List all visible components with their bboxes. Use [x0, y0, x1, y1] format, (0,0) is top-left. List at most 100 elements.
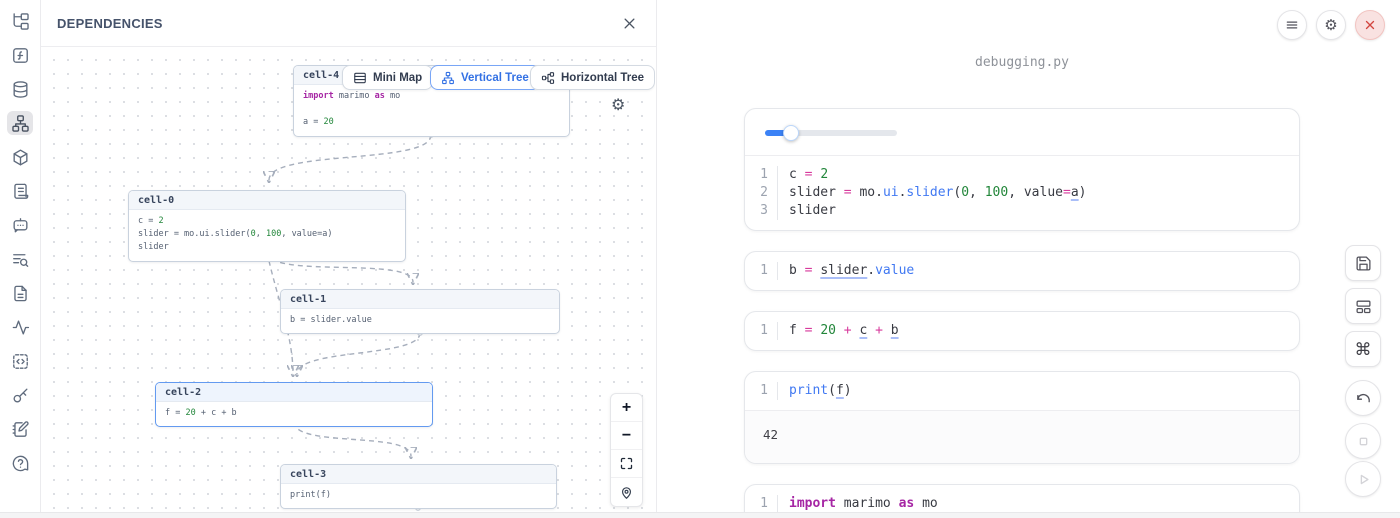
- line-number: 1: [745, 322, 778, 340]
- slider-widget[interactable]: [745, 109, 1299, 155]
- shutdown-button[interactable]: [1355, 10, 1385, 40]
- graph-node-cell-2[interactable]: cell-2 f = 20 + c + b: [155, 382, 433, 427]
- graph-node-cell-3[interactable]: cell-3 print(f): [280, 464, 557, 509]
- minimap-label: Mini Map: [373, 72, 422, 84]
- graph-node-cell-0[interactable]: cell-0 c = 2slider = mo.ui.slider(0, 100…: [128, 190, 406, 262]
- graph-zoom-controls: + −: [610, 393, 643, 507]
- save-button[interactable]: [1345, 245, 1381, 281]
- graph-node-code: c = 2slider = mo.ui.slider(0, 100, value…: [129, 210, 405, 261]
- dependency-graph-icon: [11, 114, 30, 133]
- scroll-icon: [11, 182, 30, 201]
- zoom-in-button[interactable]: +: [611, 394, 642, 422]
- snippets-icon: [11, 352, 30, 371]
- notebook-menu-button[interactable]: [1277, 10, 1307, 40]
- minimap-button[interactable]: Mini Map: [342, 65, 433, 90]
- sidebar-item-file-explorer[interactable]: [7, 9, 33, 33]
- code-line[interactable]: 1f = 20 + c + b: [745, 322, 1299, 340]
- undo-button[interactable]: [1345, 380, 1381, 416]
- zoom-out-button[interactable]: −: [611, 422, 642, 450]
- sidebar-item-scratchpad[interactable]: [7, 417, 33, 441]
- activity-icon: [11, 318, 30, 337]
- fit-view-button[interactable]: [611, 450, 642, 478]
- sidebar-item-chat[interactable]: [7, 213, 33, 237]
- fit-view-icon: [619, 456, 634, 471]
- line-number: 3: [745, 202, 778, 220]
- close-icon: [1363, 18, 1377, 32]
- code-text: import marimo as mo: [778, 495, 938, 513]
- notebook-settings-button[interactable]: ⚙: [1316, 10, 1346, 40]
- code-line[interactable]: 1b = slider.value: [745, 262, 1299, 280]
- graph-settings-gear-icon[interactable]: ⚙: [611, 98, 625, 114]
- notebook-cell[interactable]: 1b = slider.value: [744, 251, 1300, 291]
- graph-node-code: print(f): [281, 484, 556, 508]
- keyboard-shortcuts-button[interactable]: ⌘: [1345, 331, 1381, 367]
- code-line[interactable]: 1import marimo as mo: [745, 495, 1299, 513]
- vertical-tree-button[interactable]: Vertical Tree: [430, 65, 540, 90]
- line-number: 1: [745, 262, 778, 280]
- sidebar-item-variables[interactable]: [7, 43, 33, 67]
- horizontal-tree-label: Horizontal Tree: [561, 72, 644, 84]
- hamburger-menu-icon: [1285, 18, 1299, 32]
- run-button[interactable]: [1345, 461, 1381, 497]
- command-icon: ⌘: [1355, 341, 1372, 358]
- code-line[interactable]: 3slider: [745, 202, 1299, 220]
- code-editor[interactable]: 1f = 20 + c + b: [745, 312, 1299, 350]
- function-icon: [11, 46, 30, 65]
- slider-track[interactable]: [765, 130, 897, 136]
- minus-icon: −: [622, 428, 631, 444]
- stop-icon: [1355, 433, 1372, 450]
- sidebar-item-help[interactable]: [7, 451, 33, 475]
- code-editor[interactable]: 1b = slider.value: [745, 252, 1299, 290]
- dependencies-panel-header: DEPENDENCIES: [41, 0, 656, 47]
- horizontal-tree-button[interactable]: Horizontal Tree: [530, 65, 655, 90]
- play-icon: [1355, 471, 1372, 488]
- notebook-cell[interactable]: 1c = 22slider = mo.ui.slider(0, 100, val…: [744, 108, 1300, 231]
- sidebar-item-snippets[interactable]: [7, 349, 33, 373]
- graph-node-title: cell-0: [129, 191, 405, 210]
- graph-node-cell-1[interactable]: cell-1 b = slider.value: [280, 289, 560, 334]
- graph-node-title: cell-1: [281, 290, 559, 309]
- footer-strip: [0, 512, 1400, 518]
- code-line[interactable]: 1c = 2: [745, 166, 1299, 184]
- database-icon: [11, 80, 30, 99]
- cell-output: 42: [745, 410, 1299, 463]
- code-text: b = slider.value: [778, 262, 914, 280]
- slider-knob[interactable]: [783, 125, 799, 141]
- sidebar-item-outline[interactable]: [7, 281, 33, 305]
- graph-node-title: cell-3: [281, 465, 556, 484]
- edge-cell2-to-cell3: [294, 422, 411, 456]
- code-editor[interactable]: 1c = 22slider = mo.ui.slider(0, 100, val…: [745, 155, 1299, 230]
- stop-button[interactable]: [1345, 423, 1381, 459]
- vertical-tree-icon: [441, 71, 455, 85]
- code-line[interactable]: 1print(f): [745, 382, 1299, 400]
- graph-node-code: f = 20 + c + b: [156, 402, 432, 426]
- code-editor[interactable]: 1print(f): [745, 372, 1299, 410]
- sidebar-item-packages[interactable]: [7, 145, 33, 169]
- graph-node-code: b = slider.value: [281, 309, 559, 333]
- layout-toggle-button[interactable]: [1345, 288, 1381, 324]
- logs-search-icon: [11, 250, 30, 269]
- center-selection-button[interactable]: [611, 478, 642, 506]
- line-number: 1: [745, 382, 778, 400]
- notebook-area: ⚙ debugging.py 1c = 22slider = mo.ui.sli…: [657, 0, 1400, 512]
- edge-cell1-to-cell2: [297, 333, 420, 374]
- code-line[interactable]: 2slider = mo.ui.slider(0, 100, value=a): [745, 184, 1299, 202]
- sidebar-item-datasources[interactable]: [7, 77, 33, 101]
- notebook-cell[interactable]: 1print(f) 42: [744, 371, 1300, 464]
- sidebar-item-dependencies[interactable]: [7, 111, 33, 135]
- save-icon: [1355, 255, 1372, 272]
- code-text: f = 20 + c + b: [778, 322, 899, 340]
- dependencies-panel: DEPENDENCIES: [41, 0, 657, 512]
- dependency-graph-canvas[interactable]: Mini Map Vertical Tree Horizontal Tree ⚙…: [41, 47, 655, 512]
- edge-cell4-to-cell0: [269, 135, 431, 180]
- close-panel-icon[interactable]: [622, 16, 637, 31]
- package-icon: [11, 148, 30, 167]
- chat-bot-icon: [11, 216, 30, 235]
- notebook-cell[interactable]: 1f = 20 + c + b: [744, 311, 1300, 351]
- sidebar-item-tracing[interactable]: [7, 315, 33, 339]
- sidebar-item-logs[interactable]: [7, 247, 33, 271]
- notebook-filename[interactable]: debugging.py: [744, 55, 1300, 70]
- sidebar-item-secrets[interactable]: [7, 383, 33, 407]
- undo-icon: [1355, 390, 1372, 407]
- sidebar-item-documentation[interactable]: [7, 179, 33, 203]
